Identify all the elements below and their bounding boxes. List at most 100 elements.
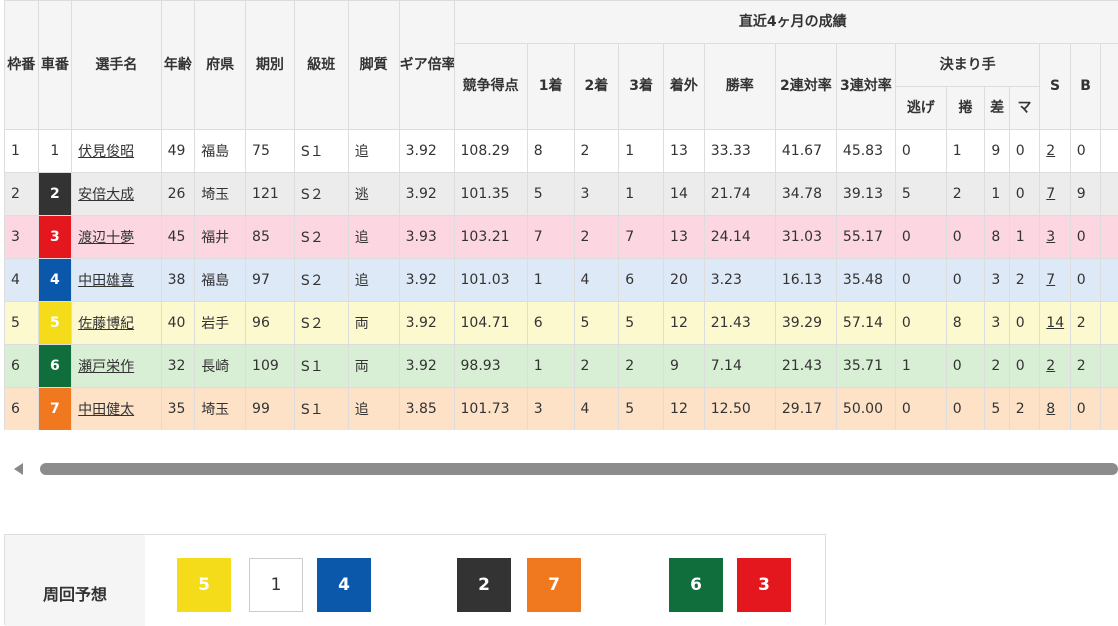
cell-b: 9 bbox=[1070, 173, 1101, 216]
cell-car-number: 6 bbox=[38, 345, 72, 388]
cell-age: 26 bbox=[161, 173, 195, 216]
cell-s: 3 bbox=[1040, 216, 1071, 259]
cell-sashi: 9 bbox=[985, 130, 1009, 173]
cell-makuri: 8 bbox=[946, 302, 985, 345]
cell-trio-rate: 35.48 bbox=[836, 259, 895, 302]
cell-makuri: 1 bbox=[946, 130, 985, 173]
cell-gear: 3.92 bbox=[399, 345, 454, 388]
cell-class: S２ bbox=[294, 173, 348, 216]
cell-pref: 長崎 bbox=[195, 345, 246, 388]
rider-name-link[interactable]: 中田健太 bbox=[78, 402, 134, 418]
cell-class: S１ bbox=[294, 345, 348, 388]
s-count-link[interactable]: 3 bbox=[1046, 229, 1055, 245]
forecast-car-7: 7 bbox=[527, 558, 581, 612]
forecast-car-5: 5 bbox=[177, 558, 231, 612]
cell-third: 1 bbox=[619, 130, 664, 173]
cell-waku: 2 bbox=[5, 173, 39, 216]
cell-trio-rate: 55.17 bbox=[836, 216, 895, 259]
cell-sashi: 5 bbox=[985, 388, 1009, 431]
header-extra bbox=[1101, 44, 1118, 130]
cell-second: 3 bbox=[574, 173, 619, 216]
rider-name-link[interactable]: 安倍大成 bbox=[78, 187, 134, 203]
s-count-link[interactable]: 7 bbox=[1046, 272, 1055, 288]
s-count-link[interactable]: 7 bbox=[1046, 186, 1055, 202]
header-trio-rate: 3連対率 bbox=[836, 44, 895, 130]
cell-extra bbox=[1101, 388, 1118, 431]
forecast-car-1: 1 bbox=[249, 558, 303, 612]
cell-term: 121 bbox=[246, 173, 295, 216]
cell-trio-rate: 50.00 bbox=[836, 388, 895, 431]
header-nige: 逃げ bbox=[895, 87, 946, 130]
cell-score: 108.29 bbox=[454, 130, 527, 173]
cell-out: 12 bbox=[664, 302, 705, 345]
s-count-link[interactable]: 2 bbox=[1046, 143, 1055, 159]
cell-quinella-rate: 29.17 bbox=[775, 388, 836, 431]
s-count-link[interactable]: 2 bbox=[1046, 358, 1055, 374]
header-kimarite-group: 決まり手 bbox=[895, 44, 1039, 87]
header-out: 着外 bbox=[664, 44, 705, 130]
cell-trio-rate: 57.14 bbox=[836, 302, 895, 345]
cell-score: 101.35 bbox=[454, 173, 527, 216]
cell-first: 6 bbox=[527, 302, 574, 345]
header-win-rate: 勝率 bbox=[704, 44, 775, 130]
cell-term: 97 bbox=[246, 259, 295, 302]
cell-third: 5 bbox=[619, 388, 664, 431]
rider-name-link[interactable]: 中田雄喜 bbox=[78, 273, 134, 289]
rider-name-link[interactable]: 伏見俊昭 bbox=[78, 144, 134, 160]
cell-extra bbox=[1101, 302, 1118, 345]
rider-name-link[interactable]: 渡辺十夢 bbox=[78, 230, 134, 246]
cell-rider-name: 佐藤博紀 bbox=[72, 302, 162, 345]
cell-age: 35 bbox=[161, 388, 195, 431]
header-waku: 枠番 bbox=[5, 1, 39, 130]
cell-waku: 3 bbox=[5, 216, 39, 259]
cell-win-rate: 7.14 bbox=[704, 345, 775, 388]
entry-table-container[interactable]: 枠番 車番 選手名 年齢 府県 期別 級班 脚質 ギア倍率 直近4ヶ月の成績 競… bbox=[4, 0, 1118, 430]
cell-quinella-rate: 16.13 bbox=[775, 259, 836, 302]
cell-out: 9 bbox=[664, 345, 705, 388]
cell-rider-name: 瀬戸栄作 bbox=[72, 345, 162, 388]
rider-name-link[interactable]: 瀬戸栄作 bbox=[78, 359, 134, 375]
cell-out: 14 bbox=[664, 173, 705, 216]
header-s: S bbox=[1040, 44, 1071, 130]
cell-sashi: 8 bbox=[985, 216, 1009, 259]
cell-first: 3 bbox=[527, 388, 574, 431]
header-class: 級班 bbox=[294, 1, 348, 130]
table-body: 11伏見俊昭49福島75S１追3.92108.298211333.3341.67… bbox=[5, 130, 1118, 431]
cell-style: 追 bbox=[348, 388, 399, 431]
header-score: 競争得点 bbox=[454, 44, 527, 130]
cell-b: 2 bbox=[1070, 302, 1101, 345]
cell-trio-rate: 45.83 bbox=[836, 130, 895, 173]
cell-win-rate: 33.33 bbox=[704, 130, 775, 173]
cell-car-number: 1 bbox=[38, 130, 72, 173]
cell-s: 8 bbox=[1040, 388, 1071, 431]
rider-name-link[interactable]: 佐藤博紀 bbox=[78, 316, 134, 332]
scroll-left-arrow-icon[interactable] bbox=[14, 463, 23, 475]
header-third: 3着 bbox=[619, 44, 664, 130]
header-first: 1着 bbox=[527, 44, 574, 130]
cell-first: 1 bbox=[527, 259, 574, 302]
cell-s: 2 bbox=[1040, 345, 1071, 388]
horizontal-scrollbar[interactable] bbox=[4, 455, 1118, 479]
s-count-link[interactable]: 14 bbox=[1046, 315, 1064, 331]
cell-term: 109 bbox=[246, 345, 295, 388]
cell-waku: 4 bbox=[5, 259, 39, 302]
s-count-link[interactable]: 8 bbox=[1046, 401, 1055, 417]
cell-third: 1 bbox=[619, 173, 664, 216]
header-car: 車番 bbox=[38, 1, 72, 130]
cell-age: 45 bbox=[161, 216, 195, 259]
cell-rider-name: 中田健太 bbox=[72, 388, 162, 431]
cell-win-rate: 24.14 bbox=[704, 216, 775, 259]
cell-gear: 3.92 bbox=[399, 259, 454, 302]
cell-first: 7 bbox=[527, 216, 574, 259]
cell-car-number: 4 bbox=[38, 259, 72, 302]
cell-mark: 2 bbox=[1009, 259, 1040, 302]
cell-third: 6 bbox=[619, 259, 664, 302]
header-recent-group: 直近4ヶ月の成績 bbox=[454, 1, 1118, 44]
header-style: 脚質 bbox=[348, 1, 399, 130]
cell-quinella-rate: 31.03 bbox=[775, 216, 836, 259]
cell-mark: 1 bbox=[1009, 216, 1040, 259]
scroll-thumb[interactable] bbox=[40, 463, 1118, 475]
cell-out: 13 bbox=[664, 130, 705, 173]
cell-pref: 埼玉 bbox=[195, 173, 246, 216]
cell-first: 5 bbox=[527, 173, 574, 216]
